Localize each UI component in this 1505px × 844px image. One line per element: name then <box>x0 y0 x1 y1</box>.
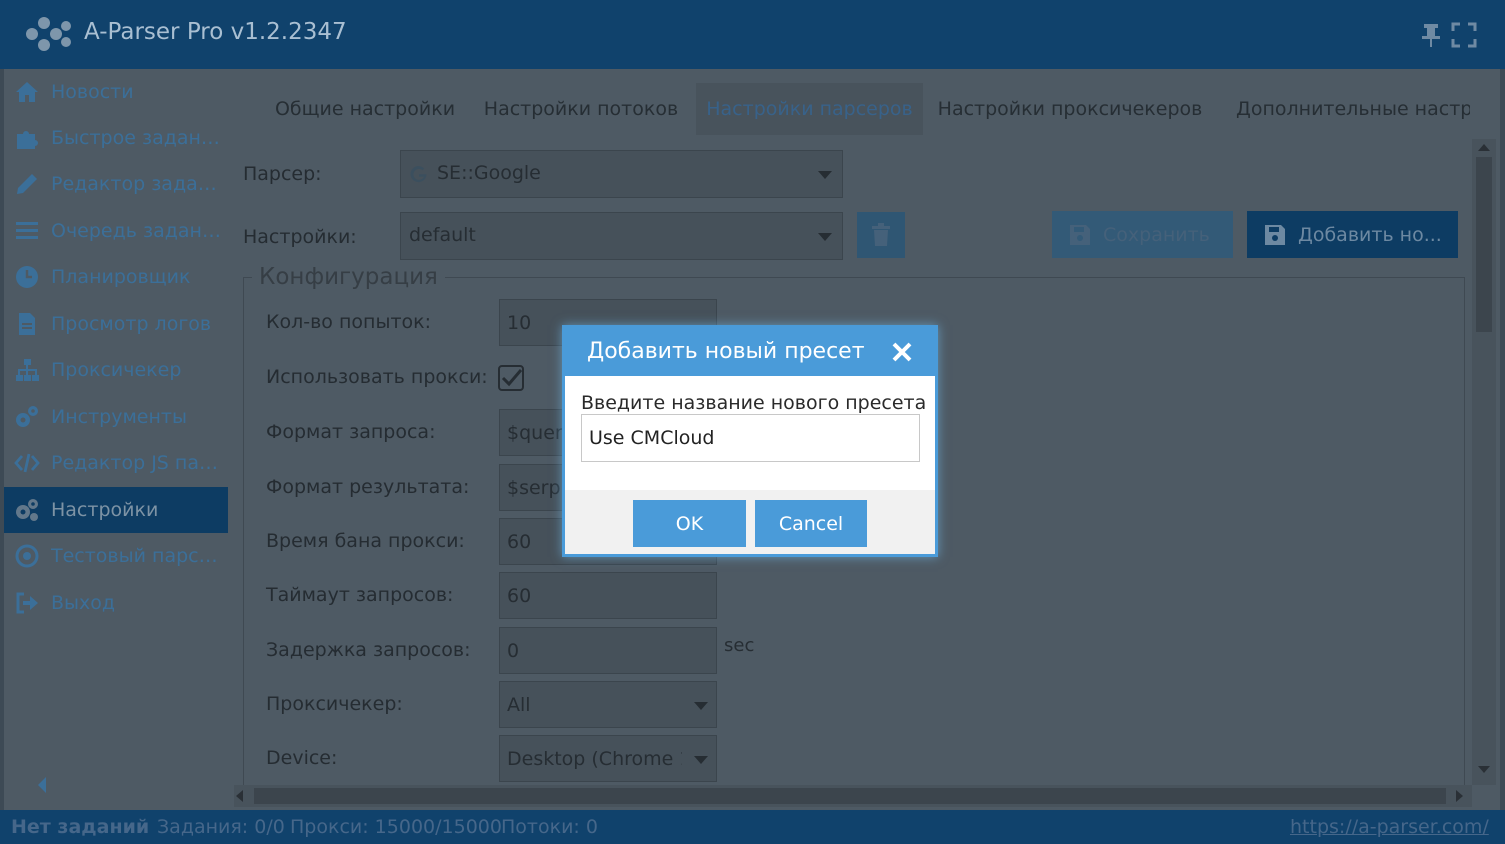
horizontal-scroll-thumb[interactable] <box>254 788 1446 804</box>
add-preset-dialog: Добавить новый пресет Введите название н… <box>562 325 938 557</box>
dialog-header: Добавить новый пресет <box>565 328 935 376</box>
request-timeout-label: Таймаут запросов: <box>266 584 454 606</box>
device-select[interactable]: Desktop (Chrome 1 <box>499 735 717 782</box>
file-icon <box>19 313 35 335</box>
dialog-footer <box>565 490 935 554</box>
sidebar-item-logs[interactable]: Просмотр логов <box>4 301 228 347</box>
scroll-down-icon[interactable] <box>1478 766 1490 773</box>
parser-label: Парсер: <box>243 163 322 185</box>
scroll-right-icon[interactable] <box>1456 790 1463 802</box>
trash-icon <box>872 223 890 246</box>
pencil-icon <box>17 174 37 194</box>
save-icon <box>1070 224 1090 245</box>
preset-select[interactable]: default <box>400 212 843 260</box>
sidebar-item-test-parsing[interactable]: Тестовый парсинг <box>4 533 228 579</box>
no-tasks-status: Нет заданий <box>11 816 150 838</box>
sidebar-item-task-editor[interactable]: Редактор заданий <box>4 161 228 207</box>
code-icon <box>14 453 40 473</box>
tasks-status: Задания: 0/0 <box>157 816 285 838</box>
google-icon <box>410 166 427 183</box>
save-icon <box>1265 224 1285 245</box>
save-button[interactable]: Сохранить <box>1052 211 1233 258</box>
tab-thread-settings[interactable]: Настройки потоков <box>480 83 682 135</box>
tab-parser-settings[interactable]: Настройки парсеров <box>696 83 923 135</box>
chevron-down-icon <box>694 756 708 764</box>
delay-unit: sec <box>724 635 755 656</box>
proxies-status: Прокси: 15000/15000 <box>290 816 502 838</box>
home-icon <box>16 82 38 102</box>
sidebar-item-scheduler[interactable]: Планировщик <box>4 254 228 300</box>
dialog-prompt: Введите название нового пресета <box>581 392 927 414</box>
chevron-down-icon <box>818 233 832 241</box>
parser-select[interactable]: SE::Google <box>400 150 843 198</box>
tab-proxychecker-settings[interactable]: Настройки проксичекеров <box>937 83 1203 135</box>
configuration-legend: Конфигурация <box>252 264 445 290</box>
proxychecker-select[interactable]: All <box>499 681 717 728</box>
request-timeout-input[interactable]: 60 <box>499 572 717 619</box>
puzzle-icon <box>17 131 38 149</box>
tab-general-settings[interactable]: Общие настройки <box>265 83 465 135</box>
cancel-button[interactable]: Cancel <box>755 500 867 547</box>
sidebar-item-proxychecker[interactable]: Проксичекер <box>4 347 228 393</box>
use-proxy-checkbox[interactable] <box>498 365 524 391</box>
settings-label: Настройки: <box>243 226 357 248</box>
collapse-sidebar-icon[interactable] <box>34 775 50 795</box>
settings-icon <box>16 499 38 521</box>
title-bar: A-Parser Pro v1.2.2347 <box>0 0 1505 69</box>
device-label: Device: <box>266 747 338 769</box>
clock-icon <box>16 266 38 288</box>
scroll-left-icon[interactable] <box>236 790 243 802</box>
request-delay-label: Задержка запросов: <box>266 639 471 661</box>
list-icon <box>16 222 38 239</box>
sidebar: Новости Быстрое задание Редактор заданий… <box>4 69 228 810</box>
vertical-scroll-thumb[interactable] <box>1476 157 1492 332</box>
website-link[interactable]: https://a-parser.com/ <box>1290 816 1489 838</box>
status-bar: Нет заданий Задания: 0/0 Прокси: 15000/1… <box>0 810 1505 844</box>
scroll-up-icon[interactable] <box>1478 144 1490 151</box>
sidebar-item-quick-task[interactable]: Быстрое задание <box>4 115 228 161</box>
target-icon <box>15 544 39 568</box>
request-delay-input[interactable]: 0 <box>499 627 717 674</box>
pin-icon[interactable] <box>1418 22 1444 48</box>
attempts-label: Кол-во попыток: <box>266 311 432 333</box>
proxychecker-label: Проксичекер: <box>266 693 403 715</box>
tab-additional-settings[interactable]: Дополнительные настр <box>1220 83 1470 135</box>
app-logo-icon <box>26 17 71 51</box>
close-icon[interactable] <box>891 341 913 363</box>
result-format-label: Формат результата: <box>266 476 470 498</box>
add-preset-button[interactable]: Добавить но... <box>1247 211 1458 258</box>
ok-button[interactable]: OK <box>633 500 746 547</box>
sidebar-item-task-queue[interactable]: Очередь заданий <box>4 208 228 254</box>
chevron-down-icon <box>818 171 832 179</box>
preset-name-input[interactable] <box>581 414 920 462</box>
tab-bar: Общие настройки Настройки потоков Настро… <box>228 69 1500 135</box>
delete-preset-button[interactable] <box>857 212 905 258</box>
threads-status: Потоки: 0 <box>501 816 598 838</box>
logout-icon <box>16 592 38 614</box>
sidebar-item-settings[interactable]: Настройки <box>4 487 228 533</box>
app-title: A-Parser Pro v1.2.2347 <box>84 19 347 45</box>
sidebar-item-js-editor[interactable]: Редактор JS парсеров <box>4 440 228 486</box>
dialog-title: Добавить новый пресет <box>587 339 865 364</box>
cogs-icon <box>16 406 38 427</box>
fullscreen-icon[interactable] <box>1451 22 1477 48</box>
use-proxy-label: Использовать прокси: <box>266 366 488 388</box>
sidebar-item-tools[interactable]: Инструменты <box>4 394 228 440</box>
query-format-label: Формат запроса: <box>266 421 436 443</box>
sitemap-icon <box>16 359 39 381</box>
sidebar-item-logout[interactable]: Выход <box>4 580 228 626</box>
chevron-down-icon <box>694 702 708 710</box>
sidebar-item-news[interactable]: Новости <box>4 69 228 115</box>
proxy-ban-time-label: Время бана прокси: <box>266 530 465 552</box>
